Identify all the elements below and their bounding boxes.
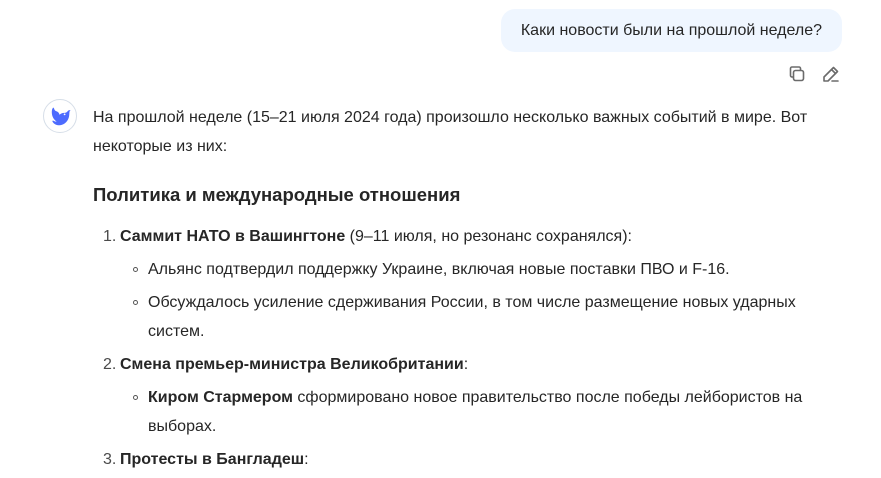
list-number: 1. bbox=[103, 228, 117, 245]
news-item-title: Смена премьер-министра Великобритании bbox=[120, 356, 464, 373]
sub-list-item: Альянс подтвердил поддержку Украине, вкл… bbox=[120, 255, 843, 284]
sub-item-text: Альянс подтвердил поддержку Украине, вкл… bbox=[148, 261, 730, 278]
bullet-icon bbox=[133, 267, 138, 272]
copy-icon[interactable] bbox=[786, 63, 808, 85]
news-item-detail: : bbox=[304, 451, 309, 468]
news-item-detail: : bbox=[463, 356, 469, 373]
edit-icon[interactable] bbox=[820, 63, 842, 85]
message-actions bbox=[786, 63, 842, 85]
sub-item-emphasis: Киром Стармером bbox=[148, 389, 293, 406]
assistant-answer: На прошлой неделе (15–21 июля 2024 года)… bbox=[93, 103, 843, 478]
answer-intro: На прошлой неделе (15–21 июля 2024 года)… bbox=[93, 109, 808, 155]
news-item-title: Саммит НАТО в Вашингтоне bbox=[120, 228, 346, 245]
user-message-text: Каки новости были на прошлой неделе? bbox=[520, 21, 822, 39]
news-item-title: Протесты в Бангладеш bbox=[120, 451, 305, 468]
list-number: 2. bbox=[103, 356, 117, 373]
sub-list: Альянс подтвердил поддержку Украине, вкл… bbox=[120, 255, 843, 346]
bullet-icon bbox=[133, 300, 138, 305]
user-message-bubble: Каки новости были на прошлой неделе? bbox=[500, 9, 842, 52]
sub-list-item: Обсуждалось усиление сдерживания России,… bbox=[120, 288, 843, 346]
sub-item-text: Обсуждалось усиление сдерживания России,… bbox=[148, 294, 796, 340]
whale-logo-icon bbox=[51, 107, 71, 126]
bullet-icon bbox=[133, 395, 138, 400]
section-title: Политика и международные отношения bbox=[93, 184, 461, 205]
news-item-detail: (9–11 июля, но резонанс сохранялся): bbox=[345, 228, 632, 245]
sub-list: Киром Стармером сформировано новое прави… bbox=[120, 383, 843, 441]
news-list: 1. Саммит НАТО в Вашингтоне (9–11 июля, н… bbox=[93, 222, 843, 474]
assistant-avatar bbox=[43, 99, 77, 133]
news-item: 3. Протесты в Бангладеш: bbox=[93, 445, 843, 474]
list-number: 3. bbox=[103, 451, 117, 468]
sub-list-item: Киром Стармером сформировано новое прави… bbox=[120, 383, 843, 441]
news-item: 2. Смена премьер-министра Великобритании:… bbox=[93, 350, 843, 441]
news-item: 1. Саммит НАТО в Вашингтоне (9–11 июля, н… bbox=[93, 222, 843, 346]
